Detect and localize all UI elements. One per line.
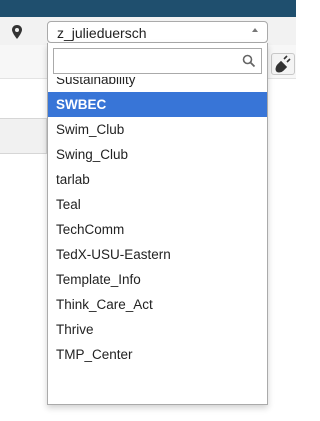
- plug-icon: [275, 55, 291, 73]
- dropdown-option[interactable]: Swing_Club: [48, 142, 267, 167]
- dropdown-option[interactable]: Swim_Club: [48, 117, 267, 142]
- dropdown-results[interactable]: Sustainability SWBEC Swim_Club Swing_Club ta…: [48, 77, 267, 404]
- dropdown-option[interactable]: Thrive: [48, 317, 267, 342]
- dropdown-results-list: Sustainability SWBEC Swim_Club Swing_Club ta…: [48, 77, 267, 367]
- dropdown-option[interactable]: TMP_Center: [48, 342, 267, 367]
- dropdown-search[interactable]: [53, 48, 262, 74]
- dropdown-search-input[interactable]: [54, 49, 246, 73]
- dropdown-option[interactable]: Sustainability: [48, 77, 267, 92]
- dropdown-option[interactable]: tarlab: [48, 167, 267, 192]
- dropdown-option[interactable]: SWBEC: [48, 92, 267, 117]
- group-dropdown: Sustainability SWBEC Swim_Club Swing_Club ta…: [47, 43, 268, 405]
- dropdown-option[interactable]: Think_Care_Act: [48, 292, 267, 317]
- dropdown-option[interactable]: TechComm: [48, 217, 267, 242]
- dropdown-option[interactable]: Teal: [48, 192, 267, 217]
- group-select[interactable]: z_julieduersch: [47, 21, 268, 43]
- map-marker-icon: [12, 25, 22, 39]
- left-tab[interactable]: [0, 118, 47, 154]
- group-select-value: z_julieduersch: [57, 25, 147, 41]
- top-header-bar: [0, 0, 296, 17]
- dropdown-option[interactable]: Template_Info: [48, 267, 267, 292]
- search-icon: [242, 54, 256, 68]
- plug-button[interactable]: [271, 53, 295, 75]
- chevron-up-icon: [252, 28, 258, 32]
- dropdown-option[interactable]: TedX-USU-Eastern: [48, 242, 267, 267]
